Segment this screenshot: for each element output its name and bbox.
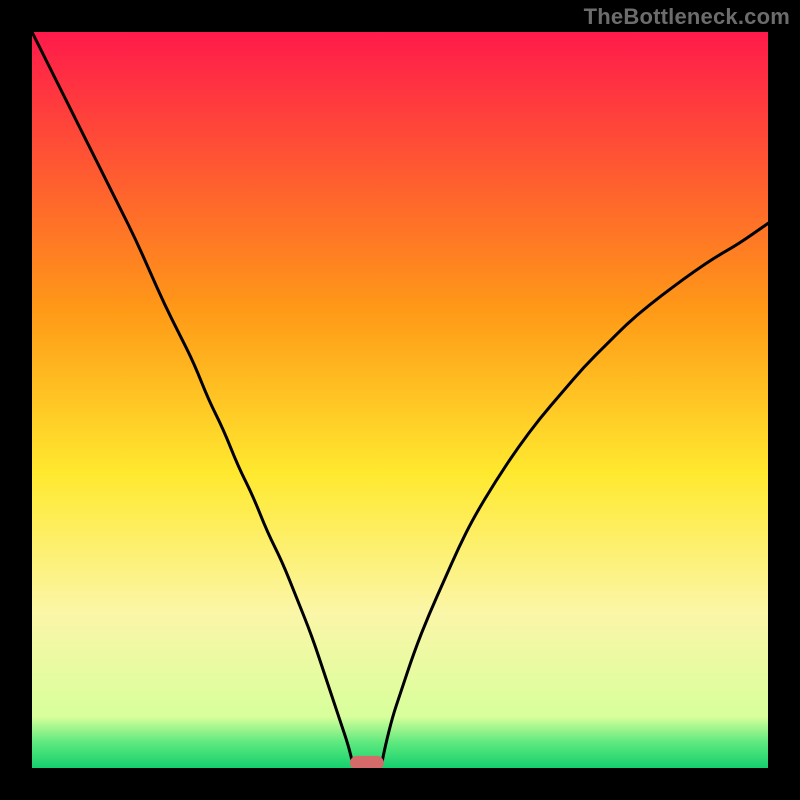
gradient-background <box>32 32 768 768</box>
plot-frame <box>32 32 768 768</box>
min-marker <box>350 756 384 768</box>
plot-svg <box>32 32 768 768</box>
stage: TheBottleneck.com <box>0 0 800 800</box>
watermark-text: TheBottleneck.com <box>584 4 790 30</box>
